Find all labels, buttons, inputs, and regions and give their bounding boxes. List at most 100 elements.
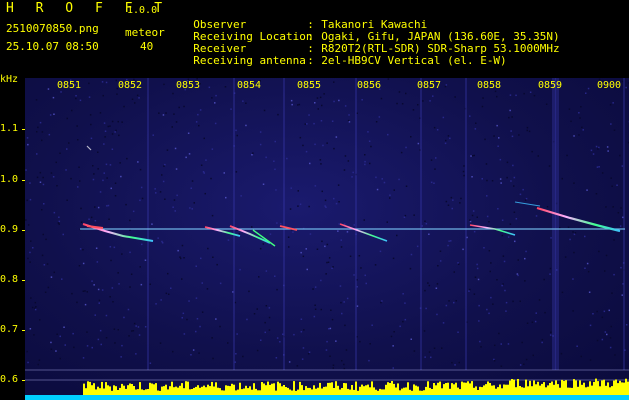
noise-pixel [524, 199, 527, 201]
noise-pixel [201, 282, 203, 284]
level-bar [249, 386, 251, 395]
noise-pixel [507, 236, 510, 238]
noise-pixel [102, 179, 104, 182]
noise-pixel [488, 221, 490, 223]
noise-pixel [41, 139, 43, 142]
noise-pixel [497, 208, 499, 210]
noise-pixel [509, 94, 512, 96]
noise-pixel [29, 261, 31, 263]
noise-pixel [59, 357, 61, 360]
noise-pixel [58, 223, 60, 225]
noise-pixel [346, 297, 349, 300]
noise-pixel [235, 353, 237, 355]
noise-pixel [573, 233, 576, 236]
noise-pixel [230, 108, 232, 110]
noise-pixel [604, 270, 606, 272]
noise-pixel [543, 278, 545, 281]
noise-pixel [601, 316, 604, 319]
level-bar [127, 385, 129, 395]
noise-pixel [567, 226, 570, 228]
noise-pixel [32, 247, 34, 249]
noise-pixel [325, 273, 327, 275]
noise-pixel [580, 106, 582, 108]
level-bar [163, 386, 165, 395]
noise-pixel [337, 230, 339, 232]
noise-pixel [609, 104, 612, 106]
noise-pixel [578, 112, 580, 114]
level-bar [351, 385, 353, 395]
noise-pixel [320, 120, 323, 122]
level-bar [451, 383, 453, 395]
noise-pixel [248, 290, 250, 293]
level-bar [625, 378, 627, 395]
noise-pixel [63, 326, 65, 328]
noise-pixel [211, 214, 214, 217]
noise-pixel [259, 131, 262, 133]
noise-pixel [66, 117, 68, 120]
noise-pixel [135, 353, 137, 355]
noise-pixel [93, 173, 95, 175]
noise-pixel [396, 102, 398, 105]
noise-pixel [489, 270, 491, 273]
noise-pixel [404, 318, 407, 321]
noise-pixel [323, 93, 325, 95]
noise-pixel [78, 166, 80, 168]
level-bar [155, 383, 157, 395]
noise-pixel [201, 311, 204, 313]
noise-pixel [621, 165, 624, 167]
noise-pixel [360, 267, 362, 269]
noise-pixel [82, 357, 85, 359]
noise-pixel [256, 349, 259, 352]
noise-pixel [211, 337, 213, 339]
level-bar [493, 385, 495, 395]
noise-pixel [68, 142, 70, 144]
noise-pixel [379, 250, 382, 253]
noise-pixel [550, 237, 552, 239]
noise-pixel [580, 355, 582, 358]
meteor-echo [86, 225, 104, 229]
level-bar [105, 382, 107, 395]
noise-pixel [545, 103, 548, 105]
noise-pixel [525, 358, 528, 361]
noise-pixel [499, 178, 502, 180]
noise-pixel [305, 248, 307, 250]
level-bar [343, 383, 345, 395]
noise-pixel [89, 114, 92, 116]
noise-pixel [358, 255, 361, 257]
level-bar [423, 390, 425, 395]
level-bar [123, 385, 125, 395]
noise-pixel [432, 95, 434, 97]
noise-pixel [469, 115, 471, 117]
noise-pixel [258, 276, 260, 278]
noise-pixel [52, 176, 55, 178]
noise-pixel [306, 268, 308, 271]
noise-pixel [620, 207, 622, 209]
noise-pixel [598, 166, 600, 168]
level-bar [413, 384, 415, 395]
noise-pixel [103, 143, 105, 145]
level-bar [203, 385, 205, 395]
noise-pixel [108, 218, 110, 220]
noise-pixel [49, 114, 52, 116]
noise-pixel [482, 97, 484, 99]
interference-streak [147, 78, 149, 370]
noise-pixel [118, 134, 120, 137]
noise-pixel [259, 143, 262, 146]
noise-pixel [70, 177, 72, 180]
noise-pixel [582, 129, 584, 131]
noise-pixel [344, 324, 346, 327]
noise-pixel [183, 333, 186, 335]
noise-pixel [309, 233, 312, 235]
noise-pixel [75, 97, 77, 100]
level-bar [277, 381, 279, 395]
noise-pixel [53, 113, 55, 115]
noise-pixel [30, 240, 32, 242]
noise-pixel [275, 357, 278, 359]
noise-pixel [164, 198, 166, 200]
noise-pixel [62, 233, 64, 236]
noise-pixel [308, 205, 310, 208]
level-bar [165, 384, 167, 395]
noise-pixel [413, 214, 415, 216]
level-bar [463, 382, 465, 395]
level-bar [519, 386, 521, 395]
